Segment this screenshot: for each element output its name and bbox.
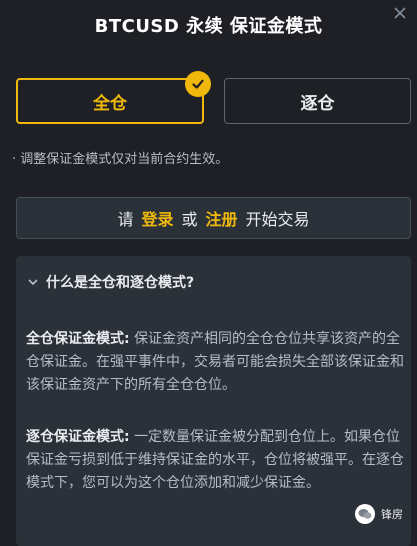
isolated-margin-description: 逐仓保证金模式: 一定数量保证金被分配到仓位上。如果仓位保证金亏损到低于维持保证… [26,426,404,495]
margin-mode-selector: 全仓 逐仓 [16,71,411,128]
check-icon [185,71,211,97]
cross-margin-term: 全仓保证金模式: [26,331,130,347]
login-prefix: 请 [117,210,134,229]
chevron-down-icon [28,276,38,289]
isolated-margin-button[interactable]: 逐仓 [224,78,411,124]
wechat-logo-icon [355,504,375,524]
faq-toggle[interactable]: 什么是全仓和逐仓模式? [28,272,194,292]
cross-margin-button[interactable]: 全仓 [16,71,211,124]
register-link[interactable]: 注册 [206,206,238,230]
dialog-title: BTCUSD 永续 保证金模式 [94,16,323,37]
isolated-margin-term: 逐仓保证金模式: [26,429,130,445]
faq-question: 什么是全仓和逐仓模式? [46,275,195,291]
watermark: 锋房 [355,504,403,524]
cross-margin-label: 全仓 [93,93,127,114]
mode-note: · 调整保证金模式仅对当前合约生效。 [12,152,229,167]
login-or: 或 [181,210,198,229]
faq-panel: 什么是全仓和逐仓模式? 全仓保证金模式: 保证金资产相同的全仓仓位共享该资产的全… [16,256,411,546]
login-register-button[interactable]: 请 登录 或 注册 开始交易 [16,197,411,239]
login-link[interactable]: 登录 [141,206,173,230]
isolated-margin-label: 逐仓 [300,93,335,114]
close-icon[interactable] [391,6,409,24]
cross-margin-description: 全仓保证金模式: 保证金资产相同的全仓仓位共享该资产的全仓保证金。在强平事件中，… [26,328,404,397]
login-suffix: 开始交易 [245,210,310,229]
watermark-text: 锋房 [381,508,403,521]
